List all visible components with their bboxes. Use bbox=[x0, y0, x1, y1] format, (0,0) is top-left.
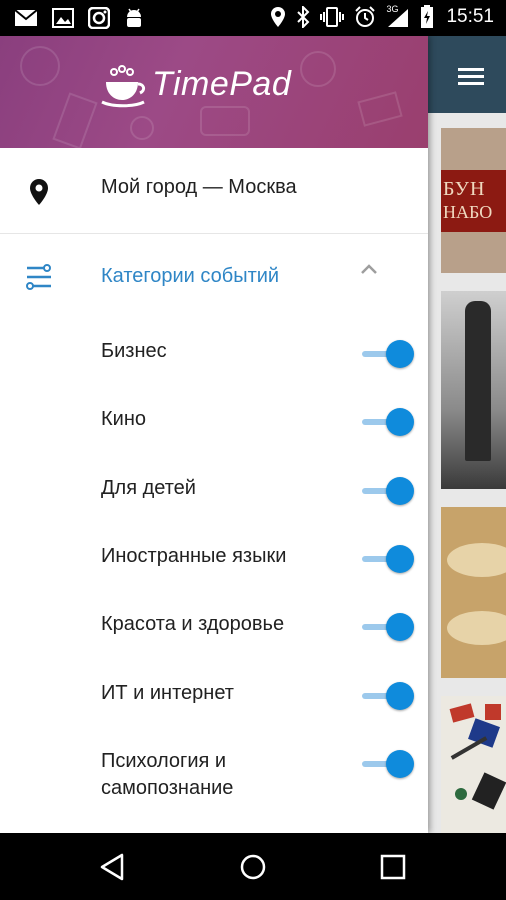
clock: 15:51 bbox=[446, 6, 494, 27]
category-toggle[interactable] bbox=[360, 476, 414, 506]
city-selector[interactable]: Мой город — Москва bbox=[0, 148, 428, 234]
categories-section-header[interactable]: Категории событий bbox=[0, 235, 428, 321]
categories-title: Категории событий bbox=[101, 265, 280, 287]
alarm-icon bbox=[355, 6, 376, 27]
category-item-psychology[interactable]: Психология и самопознание bbox=[0, 736, 428, 816]
home-icon[interactable] bbox=[237, 851, 269, 883]
city-label: Мой город — Москва bbox=[101, 176, 297, 198]
category-toggle[interactable] bbox=[360, 339, 414, 369]
bluetooth-icon bbox=[297, 6, 310, 28]
category-toggle[interactable] bbox=[360, 544, 414, 574]
category-item-it-internet[interactable]: ИТ и интернет bbox=[0, 668, 428, 728]
category-item-languages[interactable]: Иностранные языки bbox=[0, 531, 428, 591]
main-toolbar bbox=[428, 36, 506, 113]
location-pin-icon bbox=[30, 179, 48, 205]
category-label: Бизнес bbox=[101, 340, 167, 362]
image-icon bbox=[52, 8, 74, 28]
category-label: Психология и самопознание bbox=[101, 750, 234, 799]
event-card-image[interactable] bbox=[441, 507, 506, 678]
system-navigation-bar bbox=[0, 833, 506, 900]
category-label: Красота и здоровье bbox=[101, 613, 285, 635]
instagram-icon bbox=[88, 7, 110, 29]
brand-name: TimePad bbox=[152, 64, 292, 103]
event-card-image[interactable]: БУН НАБО bbox=[441, 128, 506, 273]
android-icon bbox=[127, 8, 141, 27]
category-item-beauty-health[interactable]: Красота и здоровье bbox=[0, 599, 428, 659]
status-bar: 3G 15:51 bbox=[0, 0, 506, 36]
coffee-cup-logo-icon bbox=[101, 65, 146, 108]
category-toggle[interactable] bbox=[360, 612, 414, 642]
category-label: Для детей bbox=[101, 477, 196, 499]
card-title-fragment: БУН bbox=[443, 178, 486, 200]
category-label: ИТ и интернет bbox=[101, 682, 234, 704]
mail-icon bbox=[14, 9, 38, 26]
event-card-image[interactable] bbox=[441, 696, 506, 836]
navigation-drawer: TimePad Мой город — Москва Категории соб… bbox=[0, 36, 428, 833]
category-toggle[interactable] bbox=[360, 749, 414, 779]
event-card-image[interactable] bbox=[441, 291, 506, 489]
drawer-header: TimePad bbox=[0, 36, 428, 148]
category-label: Иностранные языки bbox=[101, 545, 287, 567]
timepad-logo: TimePad bbox=[100, 60, 291, 108]
category-label: Кино bbox=[101, 408, 146, 430]
vibrate-icon bbox=[320, 7, 345, 27]
hamburger-icon[interactable] bbox=[458, 68, 484, 86]
category-item-cinema[interactable]: Кино bbox=[0, 394, 428, 454]
category-toggle[interactable] bbox=[360, 407, 414, 437]
battery-icon bbox=[421, 5, 434, 28]
category-item-kids[interactable]: Для детей bbox=[0, 463, 428, 523]
chevron-up-icon[interactable] bbox=[360, 263, 378, 275]
category-item-business[interactable]: Бизнес bbox=[0, 326, 428, 386]
card-title-fragment: НАБО bbox=[443, 202, 493, 222]
location-icon bbox=[271, 7, 286, 27]
category-toggle[interactable] bbox=[360, 681, 414, 711]
main-content-behind-drawer: БУН НАБО bbox=[428, 36, 506, 836]
back-icon[interactable] bbox=[96, 851, 128, 883]
signal-icon: 3G bbox=[386, 4, 410, 28]
filter-sliders-icon bbox=[26, 264, 51, 290]
recents-icon[interactable] bbox=[377, 851, 409, 883]
